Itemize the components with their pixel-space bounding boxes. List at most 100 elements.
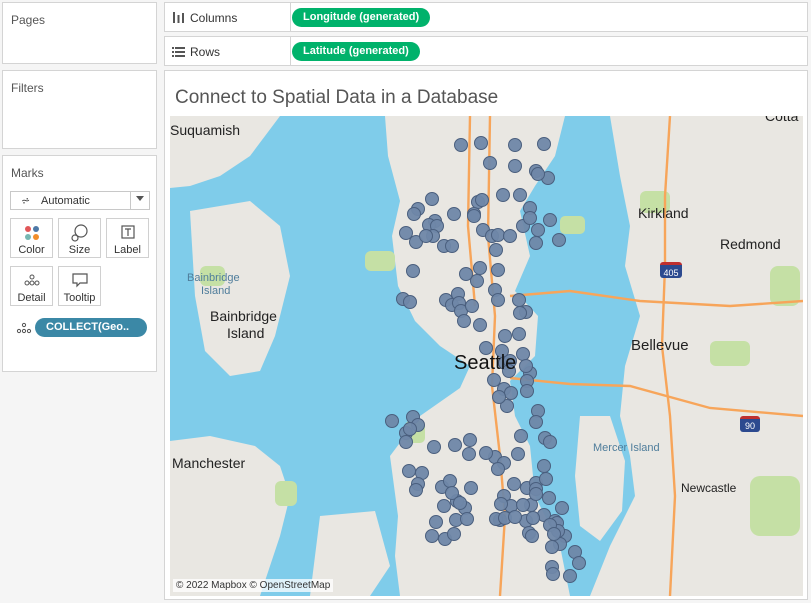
map-point-mark[interactable] [491,263,505,277]
map-point-mark[interactable] [531,167,545,181]
map-point-mark[interactable] [425,192,439,206]
pages-shelf[interactable]: Pages [2,2,157,64]
map-point-mark[interactable] [443,474,457,488]
map-point-mark[interactable] [508,138,522,152]
map-point-mark[interactable] [514,429,528,443]
map-point-mark[interactable] [460,512,474,526]
map-point-mark[interactable] [479,446,493,460]
map-point-mark[interactable] [492,390,506,404]
map-point-mark[interactable] [491,462,505,476]
map-point-mark[interactable] [526,511,540,525]
map-point-mark[interactable] [547,527,561,541]
map-point-mark[interactable] [539,472,553,486]
latitude-pill[interactable]: Latitude (generated) [292,42,420,61]
map-point-mark[interactable] [545,540,559,554]
color-button[interactable]: Color [10,218,53,258]
map-point-mark[interactable] [520,384,534,398]
map-point-mark[interactable] [555,501,569,515]
map-point-mark[interactable] [429,515,443,529]
map-point-mark[interactable] [385,414,399,428]
map-point-mark[interactable] [467,209,481,223]
map-point-mark[interactable] [496,188,510,202]
columns-shelf[interactable]: Columns Longitude (generated) [164,2,808,32]
map-point-mark[interactable] [529,487,543,501]
map-point-mark[interactable] [542,491,556,505]
map-point-mark[interactable] [546,567,560,581]
map-point-mark[interactable] [409,483,423,497]
map-point-mark[interactable] [474,136,488,150]
map-point-mark[interactable] [399,435,413,449]
map-point-mark[interactable] [503,229,517,243]
map-point-mark[interactable] [473,261,487,275]
map-point-mark[interactable] [512,293,526,307]
tooltip-button[interactable]: Tooltip [58,266,101,306]
map-point-mark[interactable] [525,529,539,543]
map-point-mark[interactable] [543,213,557,227]
map-point-mark[interactable] [448,438,462,452]
map-point-mark[interactable] [483,156,497,170]
map-point-mark[interactable] [504,386,518,400]
map-point-mark[interactable] [407,207,421,221]
map-point-mark[interactable] [531,223,545,237]
map-point-mark[interactable] [464,481,478,495]
map-point-mark[interactable] [427,440,441,454]
map-point-mark[interactable] [494,497,508,511]
map-point-mark[interactable] [529,415,543,429]
map-point-mark[interactable] [463,433,477,447]
longitude-pill[interactable]: Longitude (generated) [292,8,431,27]
map-point-mark[interactable] [511,447,525,461]
map-point-mark[interactable] [513,188,527,202]
mark-type-dropdown[interactable]: ⩫ Automatic [10,191,150,210]
size-button[interactable]: Size [58,218,101,258]
map-point-mark[interactable] [491,293,505,307]
map-point-mark[interactable] [457,314,471,328]
map-point-mark[interactable] [512,327,526,341]
map[interactable]: Suquamish Kirkland Redmond Bainbridge Is… [170,116,803,596]
map-point-mark[interactable] [403,422,417,436]
map-point-mark[interactable] [519,359,533,373]
map-point-mark[interactable] [523,211,537,225]
map-point-mark[interactable] [498,329,512,343]
map-point-mark[interactable] [563,569,577,583]
map-point-mark[interactable] [508,510,522,524]
map-point-mark[interactable] [465,299,479,313]
filters-shelf[interactable]: Filters [2,70,157,149]
rows-shelf[interactable]: Rows Latitude (generated) [164,36,808,66]
map-point-mark[interactable] [447,207,461,221]
map-point-mark[interactable] [487,373,501,387]
map-point-mark[interactable] [537,459,551,473]
map-point-mark[interactable] [475,193,489,207]
map-point-mark[interactable] [425,529,439,543]
map-point-mark[interactable] [507,477,521,491]
collect-geometry-pill[interactable]: COLLECT(Geo.. [35,318,147,337]
map-point-mark[interactable] [470,274,484,288]
map-point-mark[interactable] [402,464,416,478]
map-point-mark[interactable] [419,229,433,243]
label-button[interactable]: Label [106,218,149,258]
map-point-mark[interactable] [489,243,503,257]
map-point-mark[interactable] [445,239,459,253]
map-point-mark[interactable] [454,138,468,152]
map-attribution[interactable]: © 2022 Mapbox © OpenStreetMap [173,579,334,592]
interstate-405-shield: 405 [660,262,682,278]
map-point-mark[interactable] [516,498,530,512]
detail-button[interactable]: Detail [10,266,53,306]
map-point-mark[interactable] [406,264,420,278]
map-point-mark[interactable] [447,527,461,541]
map-point-mark[interactable] [399,226,413,240]
map-point-mark[interactable] [572,556,586,570]
map-point-mark[interactable] [537,137,551,151]
map-point-mark[interactable] [403,295,417,309]
map-point-mark[interactable] [513,306,527,320]
map-point-mark[interactable] [462,447,476,461]
map-point-mark[interactable] [529,236,543,250]
map-point-mark[interactable] [453,496,467,510]
map-point-mark[interactable] [543,435,557,449]
chevron-down-icon[interactable] [136,196,144,201]
map-point-mark[interactable] [516,347,530,361]
map-point-mark[interactable] [491,228,505,242]
map-point-mark[interactable] [508,159,522,173]
map-point-mark[interactable] [552,233,566,247]
map-point-mark[interactable] [473,318,487,332]
map-point-mark[interactable] [437,499,451,513]
